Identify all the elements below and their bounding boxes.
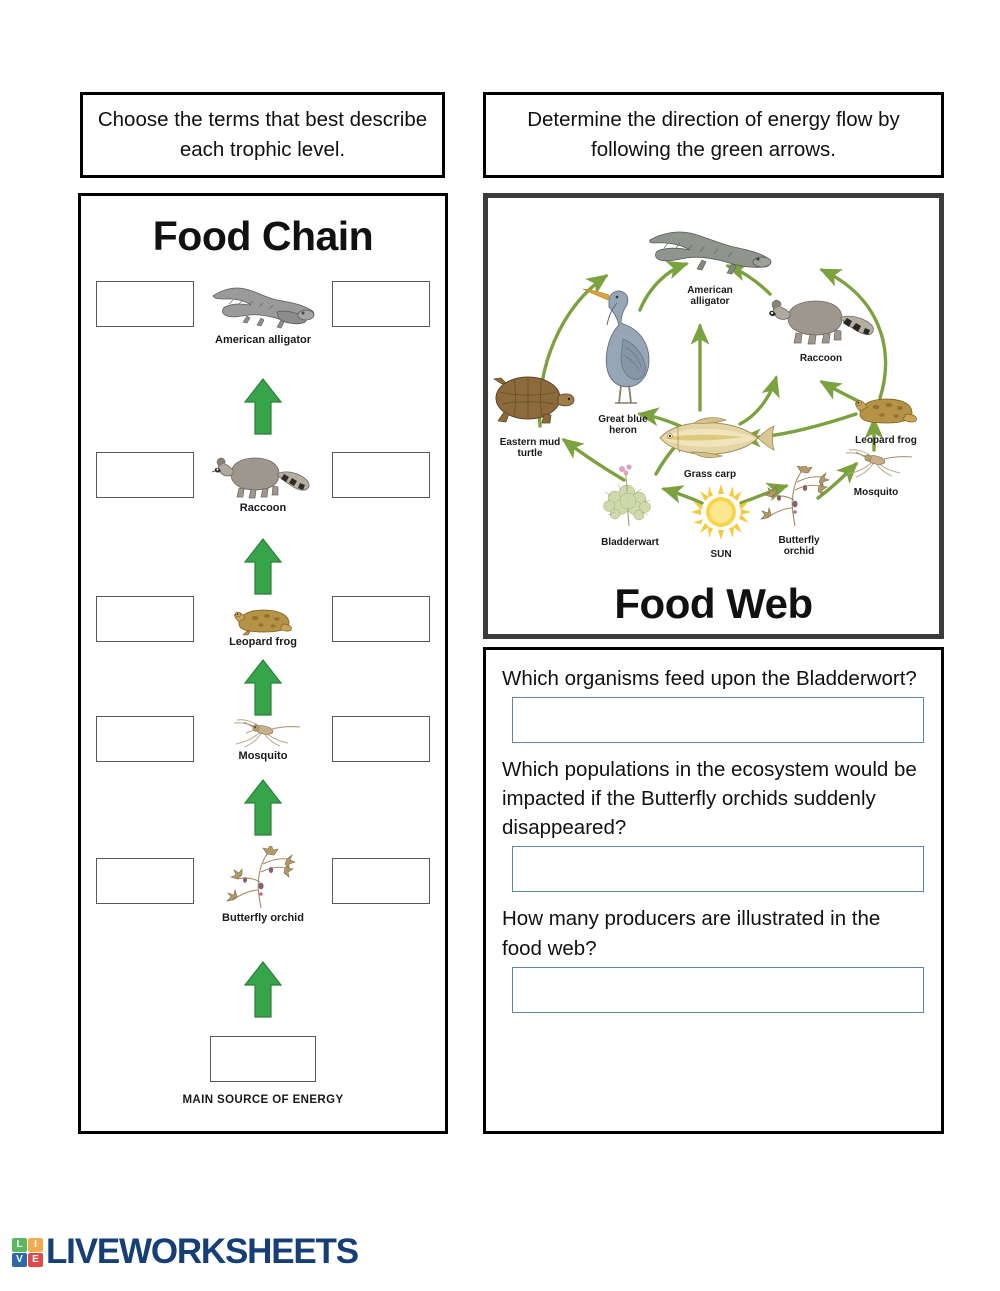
trophic-blank-left-2[interactable]	[96, 452, 194, 498]
energy-arrow-3	[243, 659, 283, 716]
web-organism-leopard-frog: Leopard frog	[846, 390, 926, 447]
instruction-text-right: Determine the direction of energy flow b…	[527, 108, 900, 161]
energy-arrow-4	[243, 779, 283, 836]
questions-panel: Which organisms feed upon the Bladderwor…	[483, 647, 944, 1134]
organism-label-3: Leopard frog	[229, 636, 297, 648]
answer-input-3[interactable]	[512, 966, 924, 1013]
web-organism-sun: SUN	[685, 482, 757, 561]
web-turtle-icon	[493, 376, 575, 424]
question-block-3: How many producers are illustrated in th…	[502, 904, 925, 1013]
web-label-leopard-frog: Leopard frog	[855, 435, 917, 446]
food-web-title: Food Web	[614, 580, 813, 627]
question-text-3: How many producers are illustrated in th…	[502, 907, 881, 960]
web-organism-bladderwart: Bladderwart	[585, 462, 675, 549]
web-label-eastern-mud-turtle: Eastern mud turtle	[499, 437, 561, 459]
web-raccoon-icon	[769, 299, 874, 345]
trophic-blank-right-4[interactable]	[332, 716, 430, 762]
web-label-raccoon: Raccoon	[799, 353, 843, 364]
organism-mosquito: Mosquito	[188, 716, 338, 763]
food-chain-title: Food Chain	[152, 213, 374, 259]
sun-icon	[691, 484, 751, 540]
web-label-butterfly-orchid: Butterfly orchid	[778, 535, 820, 557]
instruction-box-right: Determine the direction of energy flow b…	[483, 92, 944, 178]
web-frog-icon	[855, 398, 917, 424]
energy-arrow-2	[243, 538, 283, 595]
answer-input-2[interactable]	[512, 846, 924, 893]
organism-label-2: Raccoon	[239, 502, 287, 514]
answer-input-1[interactable]	[512, 697, 924, 744]
trophic-blank-right-5[interactable]	[332, 858, 430, 904]
web-label-american-alligator: American alligator	[687, 285, 733, 307]
trophic-blank-left-4[interactable]	[96, 716, 194, 762]
logo-tile-i: I	[28, 1237, 43, 1252]
instruction-text-left: Choose the terms that best describe each…	[97, 108, 428, 161]
energy-arrow-5	[243, 961, 283, 1018]
web-heron-icon	[582, 288, 650, 404]
web-label-sun: SUN	[710, 549, 732, 560]
web-label-bladderwart: Bladderwart	[601, 537, 659, 548]
question-block-1: Which organisms feed upon the Bladderwor…	[502, 664, 925, 744]
logo-tile-v: V	[12, 1252, 27, 1267]
organism-label-5: Butterfly orchid	[222, 912, 304, 924]
organism-american-alligator: American alligator	[188, 274, 338, 347]
trophic-blank-left-5[interactable]	[96, 858, 194, 904]
alligator-icon	[212, 287, 315, 329]
trophic-blank-left-3[interactable]	[96, 596, 194, 642]
trophic-blank-left-1[interactable]	[96, 281, 194, 327]
organism-raccoon: Raccoon	[188, 444, 338, 515]
energy-source-blank[interactable]	[210, 1036, 316, 1082]
logo-wordmark: LIVEWORKSHEETS	[46, 1232, 359, 1271]
trophic-blank-right-1[interactable]	[332, 281, 430, 327]
web-organism-eastern-mud-turtle: Eastern mud turtle	[488, 370, 576, 459]
logo-tile-grid: L I V E	[12, 1237, 43, 1267]
logo-tile-e: E	[28, 1252, 43, 1267]
trophic-blank-right-2[interactable]	[332, 452, 430, 498]
organism-label-4: Mosquito	[238, 750, 288, 762]
frog-icon	[234, 609, 292, 636]
instruction-box-left: Choose the terms that best describe each…	[80, 92, 445, 178]
web-bladderwart-icon	[603, 464, 651, 527]
raccoon-icon	[211, 457, 310, 499]
question-text-2: Which populations in the ecosystem would…	[502, 758, 917, 840]
logo-tile-l: L	[12, 1237, 27, 1252]
organism-label-1: American alligator	[215, 334, 311, 346]
web-orchid-icon	[760, 461, 830, 527]
liveworksheets-logo: L I V E LIVEWORKSHEETS	[12, 1232, 359, 1272]
energy-source-label: MAIN SOURCE OF ENERGY	[182, 1094, 344, 1106]
trophic-blank-right-3[interactable]	[332, 596, 430, 642]
web-organism-raccoon: Raccoon	[762, 286, 880, 365]
food-web-panel: American alligator Raccoon Great blue he…	[483, 193, 944, 639]
web-alligator-icon	[649, 231, 772, 275]
mosquito-icon	[233, 719, 301, 748]
web-carp-icon	[659, 417, 775, 458]
question-text-1: Which organisms feed upon the Bladderwor…	[502, 667, 917, 690]
energy-arrow-1	[243, 378, 283, 435]
organism-leopard-frog: Leopard frog	[188, 602, 338, 649]
organism-butterfly-orchid: Butterfly orchid	[188, 846, 338, 925]
food-chain-panel: Food Chain American alligator Raccoon Le…	[78, 193, 448, 1134]
web-organism-butterfly-orchid: Butterfly orchid	[751, 461, 847, 557]
orchid-icon	[226, 846, 296, 909]
question-block-2: Which populations in the ecosystem would…	[502, 755, 925, 893]
